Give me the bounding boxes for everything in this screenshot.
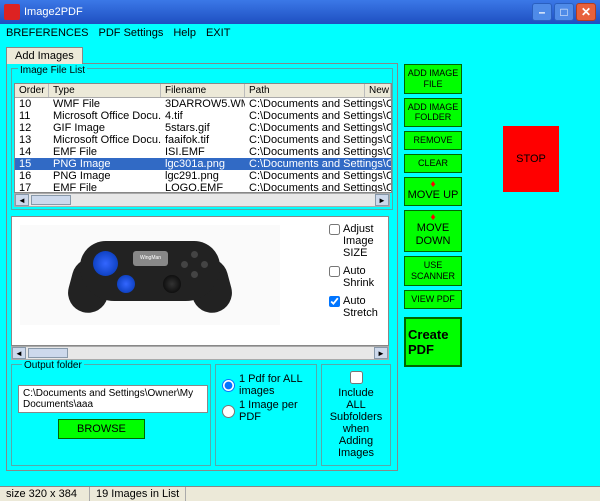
tab-add-images[interactable]: Add Images: [6, 47, 83, 64]
minimize-button[interactable]: –: [532, 3, 552, 21]
table-row[interactable]: 14EMF FileISI.EMFC:\Documents and Settin…: [15, 146, 391, 158]
remove-button[interactable]: REMOVE: [404, 131, 462, 150]
preview-image: WingMan: [20, 225, 280, 325]
col-order[interactable]: Order: [15, 84, 49, 97]
adjust-size-label: Adjust Image SIZE: [343, 223, 380, 259]
table-header: Order Type Filename Path New: [15, 84, 391, 98]
down-arrow-icon: ♦: [406, 214, 460, 222]
window-title: Image2PDF: [24, 6, 83, 18]
table-row[interactable]: 15PNG Imagelgc301a.pngC:\Documents and S…: [15, 158, 391, 170]
move-up-button[interactable]: ♦MOVE UP: [404, 177, 462, 206]
table-row[interactable]: 12GIF Image5stars.gifC:\Documents and Se…: [15, 122, 391, 134]
status-size: size 320 x 384: [0, 487, 90, 501]
create-pdf-button[interactable]: Create PDF: [404, 317, 462, 367]
table-row[interactable]: 16PNG Imagelgc291.pngC:\Documents and Se…: [15, 170, 391, 182]
radio-per-image-label: 1 Image per PDF: [239, 399, 310, 423]
stop-button[interactable]: STOP: [503, 126, 559, 192]
use-scanner-button[interactable]: USE SCANNER: [404, 256, 462, 286]
add-image-folder-button[interactable]: ADD IMAGE FOLDER: [404, 98, 462, 128]
col-type[interactable]: Type: [49, 84, 161, 97]
preview-scrollbar[interactable]: ◄►: [11, 346, 389, 360]
table-row[interactable]: 10WMF File3DARROW5.WMFC:\Documents and S…: [15, 98, 391, 110]
radio-one-pdf[interactable]: [222, 379, 235, 392]
button-column: ADD IMAGE FILE ADD IMAGE FOLDER REMOVE C…: [404, 64, 462, 486]
table-row[interactable]: 11Microsoft Office Docu...4.tifC:\Docume…: [15, 110, 391, 122]
preview-options: Adjust Image SIZE Auto Shrink Auto Stret…: [327, 217, 382, 345]
table-row[interactable]: 13Microsoft Office Docu...faaifok.tifC:\…: [15, 134, 391, 146]
status-count: 19 Images in List: [90, 487, 186, 501]
app-icon: [4, 4, 20, 20]
file-list-title: Image File List: [18, 65, 87, 76]
subfolders-checkbox[interactable]: [350, 371, 363, 384]
table-scrollbar[interactable]: ◄►: [14, 193, 390, 207]
maximize-button[interactable]: □: [554, 3, 574, 21]
radio-one-pdf-label: 1 Pdf for ALL images: [239, 373, 310, 397]
browse-button[interactable]: BROWSE: [58, 419, 145, 439]
up-arrow-icon: ♦: [406, 181, 460, 189]
adjust-size-checkbox[interactable]: [329, 224, 340, 235]
subfolders-label: Include ALL Subfolders when Adding Image…: [330, 387, 383, 459]
menubar: BREFERENCES PDF Settings Help EXIT: [0, 24, 600, 42]
menu-pdf-settings[interactable]: PDF Settings: [99, 27, 164, 39]
file-table: Order Type Filename Path New 10WMF File3…: [14, 83, 392, 193]
pdf-options-group: 1 Pdf for ALL images 1 Image per PDF: [215, 364, 317, 466]
col-filename[interactable]: Filename: [161, 84, 245, 97]
col-new[interactable]: New: [365, 84, 391, 97]
status-bar: size 320 x 384 19 Images in List: [0, 486, 600, 501]
subfolders-group: Include ALL Subfolders when Adding Image…: [321, 364, 391, 466]
move-down-button[interactable]: ♦MOVE DOWN: [404, 210, 462, 252]
view-pdf-button[interactable]: VIEW PDF: [404, 290, 462, 309]
titlebar: Image2PDF – □ ✕: [0, 0, 600, 24]
auto-shrink-label: Auto Shrink: [343, 265, 380, 289]
gamepad-icon: WingMan: [65, 233, 235, 318]
auto-stretch-label: Auto Stretch: [343, 295, 380, 319]
output-folder-group: Output folder C:\Documents and Settings\…: [11, 364, 211, 466]
menu-exit[interactable]: EXIT: [206, 27, 230, 39]
preview-pane: WingMan Adjust Image SIZE Auto Shrink Au…: [11, 216, 389, 346]
menu-references[interactable]: BREFERENCES: [6, 27, 89, 39]
add-image-file-button[interactable]: ADD IMAGE FILE: [404, 64, 462, 94]
output-title: Output folder: [22, 360, 84, 371]
file-list-group: Image File List Order Type Filename Path…: [11, 68, 393, 210]
close-button[interactable]: ✕: [576, 3, 596, 21]
main-area: Add Images Image File List Order Type Fi…: [0, 42, 600, 486]
output-path-field[interactable]: C:\Documents and Settings\Owner\My Docum…: [18, 385, 208, 413]
auto-shrink-checkbox[interactable]: [329, 266, 340, 277]
radio-per-image[interactable]: [222, 405, 235, 418]
clear-button[interactable]: CLEAR: [404, 154, 462, 173]
auto-stretch-checkbox[interactable]: [329, 296, 340, 307]
table-row[interactable]: 17EMF FileLOGO.EMFC:\Documents and Setti…: [15, 182, 391, 193]
col-path[interactable]: Path: [245, 84, 365, 97]
menu-help[interactable]: Help: [173, 27, 196, 39]
